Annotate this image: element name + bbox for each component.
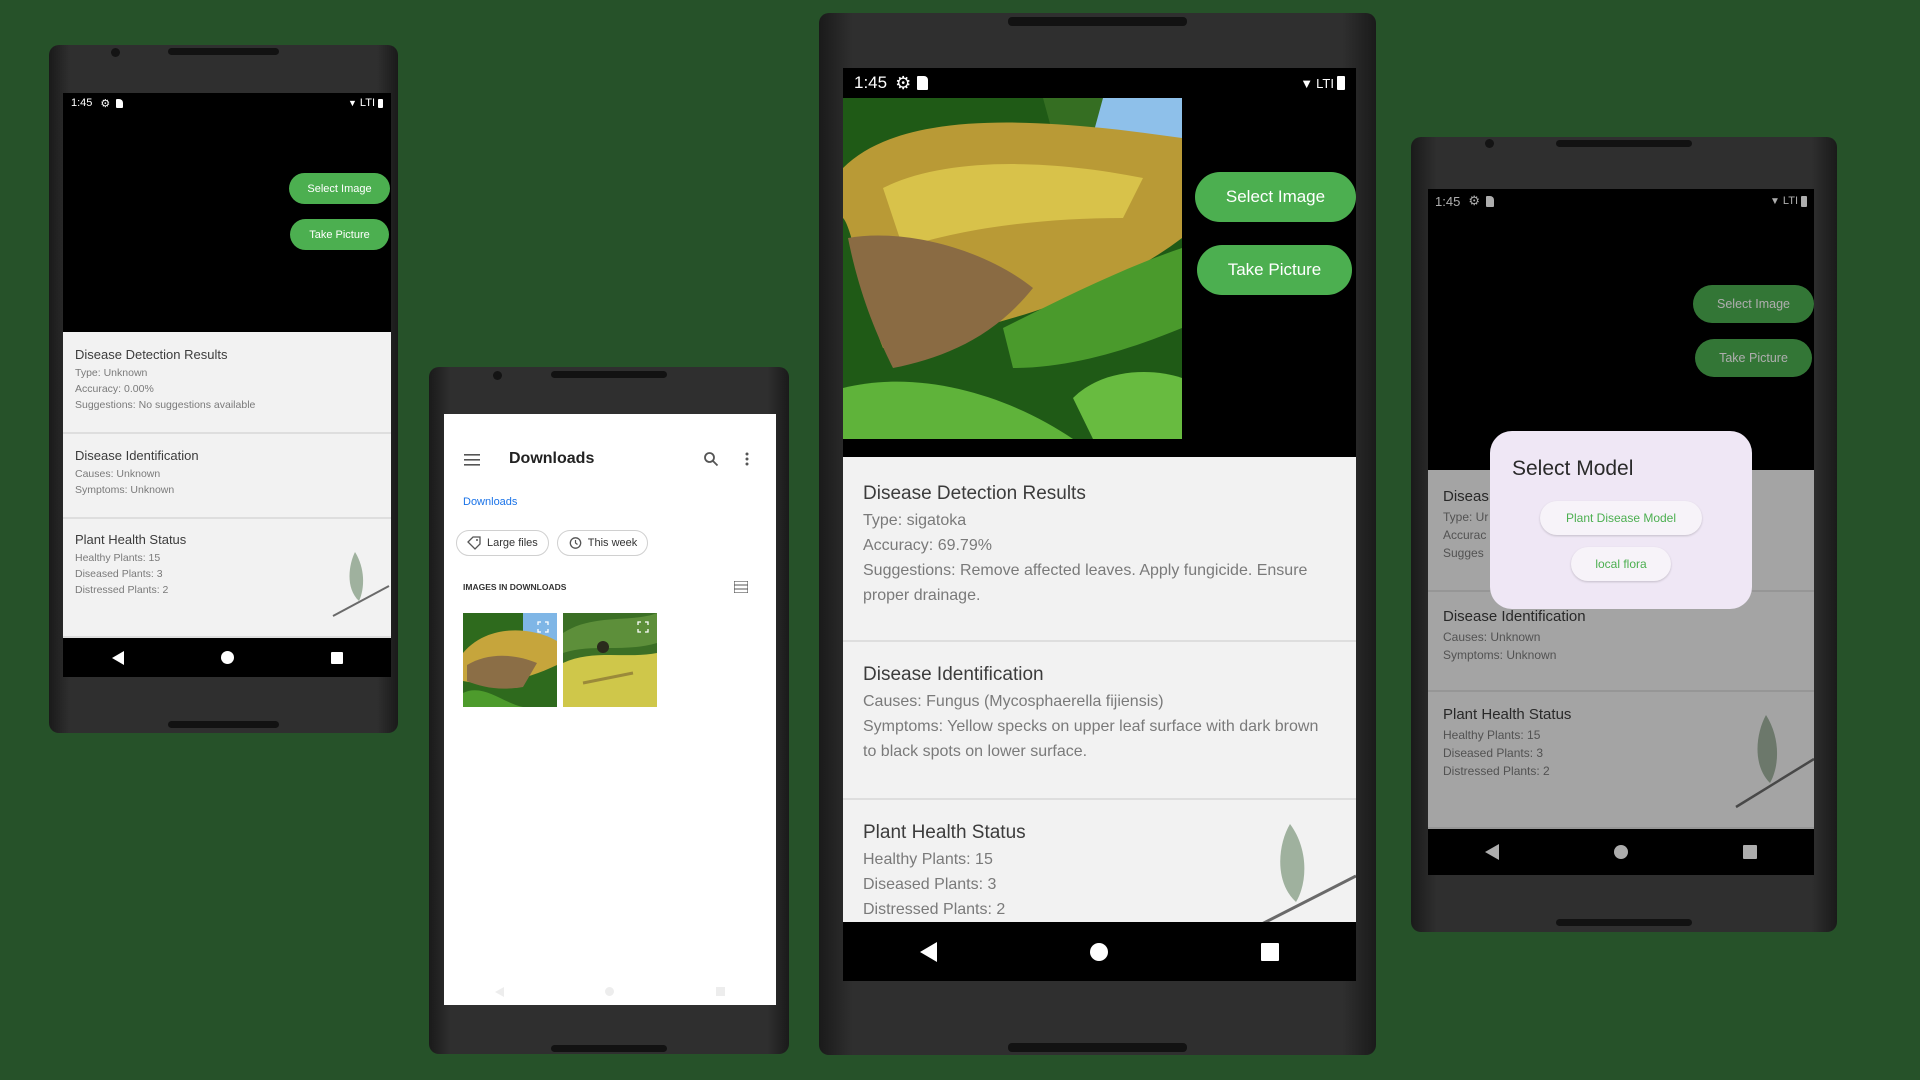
image-thumbnail-2[interactable] [563, 613, 657, 707]
recents-icon[interactable] [330, 651, 343, 664]
bottom-speaker [167, 721, 280, 728]
bottom-speaker [1008, 1043, 1187, 1052]
phone-frame-2: Downloads Downloads Large files This wee… [429, 367, 789, 1054]
causes-text: Causes: Unknown [75, 468, 161, 480]
list-view-icon[interactable] [734, 581, 748, 593]
battery-icon [1337, 76, 1345, 90]
front-camera [493, 371, 502, 380]
dialog-title: Select Model [1512, 457, 1634, 480]
earpiece-speaker [551, 371, 667, 378]
breadcrumb[interactable]: Downloads [463, 496, 517, 508]
results-list: Disease Detection Results Type: sigatoka… [843, 457, 1356, 923]
bottom-speaker [551, 1045, 667, 1052]
earpiece-speaker [1008, 17, 1187, 26]
network-label: LTI [359, 97, 375, 109]
bottom-speaker [1555, 919, 1693, 926]
network-label: LTI [1316, 75, 1334, 91]
tag-icon [467, 536, 481, 550]
symptoms-text: Symptoms: Yellow specks on upper leaf su… [863, 718, 1319, 760]
card-title: Disease Identification [75, 448, 199, 463]
phone-frame-1: 1:45 ⚙ ▼ LTI Select Image Take Picture D… [49, 45, 398, 733]
disease-type: Type: sigatoka [863, 512, 967, 529]
selected-leaf-image [843, 98, 1182, 439]
chip-label: This week [587, 537, 638, 549]
sd-card-icon [116, 98, 124, 108]
leaf-photo [843, 98, 1182, 439]
detection-results-card: Disease Detection Results Type: sigatoka… [843, 457, 1356, 642]
leaf-illustration [332, 552, 390, 617]
expand-icon[interactable] [537, 621, 549, 633]
phone-frame-3: 1:45 ⚙ ▼ LTI Select Image Take Picture D… [819, 13, 1376, 1055]
sd-card-icon [917, 76, 929, 90]
suggestions-text: Suggestions: No suggestions available [75, 399, 256, 411]
signal-icon: ▼ [348, 98, 357, 108]
detection-results-card: Disease Detection Results Type: Unknown … [63, 332, 391, 434]
causes-text: Causes: Fungus (Mycosphaerella fijiensis… [863, 693, 1164, 710]
recents-icon[interactable] [1261, 942, 1280, 961]
phone1-screen: 1:45 ⚙ ▼ LTI Select Image Take Picture D… [63, 93, 391, 677]
phone4-screen: 1:45 ⚙ ▼ LTI Select Image Take Picture D… [1428, 189, 1814, 875]
chip-label: Large files [487, 537, 538, 549]
faint-navigation-bar [444, 987, 776, 997]
back-icon[interactable] [111, 650, 124, 665]
app-bar: Downloads Downloads [444, 414, 776, 508]
symptoms-text: Symptoms: Unknown [75, 484, 175, 496]
leaf-illustration [1260, 824, 1356, 923]
option-local-flora[interactable]: local flora [1571, 547, 1671, 581]
battery-icon [378, 98, 383, 108]
home-icon [605, 987, 615, 996]
status-time: 1:45 [71, 97, 93, 109]
filter-chips: Large files This week [456, 530, 649, 556]
page-title: Downloads [509, 450, 595, 467]
status-bar: 1:45 ⚙ ▼ LTI [843, 68, 1356, 98]
recents-icon [716, 987, 726, 996]
image-thumbnail-1[interactable] [463, 613, 557, 707]
chip-this-week[interactable]: This week [556, 530, 649, 556]
card-title: Disease Detection Results [75, 347, 228, 362]
chip-large-files[interactable]: Large files [456, 530, 549, 556]
front-camera [111, 48, 120, 57]
earpiece-speaker [167, 48, 280, 55]
expand-icon[interactable] [637, 621, 649, 633]
settings-status-icon: ⚙ [100, 97, 111, 110]
status-time: 1:45 [854, 73, 888, 92]
disease-type: Type: Unknown [75, 367, 148, 379]
select-model-dialog: Select Model Plant Disease Model local f… [1490, 431, 1752, 609]
phone-frame-4: 1:45 ⚙ ▼ LTI Select Image Take Picture D… [1411, 137, 1837, 932]
search-icon[interactable] [703, 451, 719, 467]
phone3-screen: 1:45 ⚙ ▼ LTI Select Image Take Picture D… [843, 68, 1356, 981]
home-icon[interactable] [220, 651, 234, 664]
disease-identification-card: Disease Identification Causes: Fungus (M… [843, 642, 1356, 800]
accuracy-value: Accuracy: 0.00% [75, 383, 154, 395]
settings-status-icon: ⚙ [895, 72, 912, 93]
section-header: IMAGES IN DOWNLOADS [463, 582, 567, 592]
select-image-button[interactable]: Select Image [1195, 172, 1356, 222]
results-list: Disease Detection Results Type: Unknown … [63, 332, 391, 638]
plant-health-card: Plant Health Status Healthy Plants: 15 D… [843, 800, 1356, 923]
menu-icon[interactable] [464, 454, 480, 466]
select-image-button[interactable]: Select Image [289, 173, 390, 204]
signal-icon: ▼ [1300, 75, 1314, 91]
take-picture-button[interactable]: Take Picture [290, 219, 389, 250]
navigation-bar [843, 922, 1356, 981]
home-icon[interactable] [1089, 942, 1108, 961]
back-icon[interactable] [919, 941, 937, 962]
accuracy-value: Accuracy: 69.79% [863, 537, 992, 554]
suggestions-text: Suggestions: Remove affected leaves. App… [863, 562, 1308, 604]
navigation-bar [63, 638, 391, 677]
phone2-screen: Downloads Downloads Large files This wee… [444, 414, 776, 1005]
take-picture-button[interactable]: Take Picture [1197, 245, 1352, 295]
status-bar: 1:45 ⚙ ▼ LTI [63, 93, 391, 113]
card-title: Disease Detection Results [863, 483, 1086, 504]
history-icon [569, 537, 582, 549]
card-title: Disease Identification [863, 664, 1044, 685]
plant-health-card: Plant Health Status Healthy Plants: 15 D… [63, 519, 391, 638]
earpiece-speaker [1555, 140, 1693, 147]
option-plant-disease-model[interactable]: Plant Disease Model [1540, 501, 1702, 535]
disease-identification-card: Disease Identification Causes: Unknown S… [63, 434, 391, 519]
more-options-icon[interactable] [744, 451, 750, 467]
back-icon [494, 987, 504, 997]
front-camera [1485, 139, 1494, 148]
